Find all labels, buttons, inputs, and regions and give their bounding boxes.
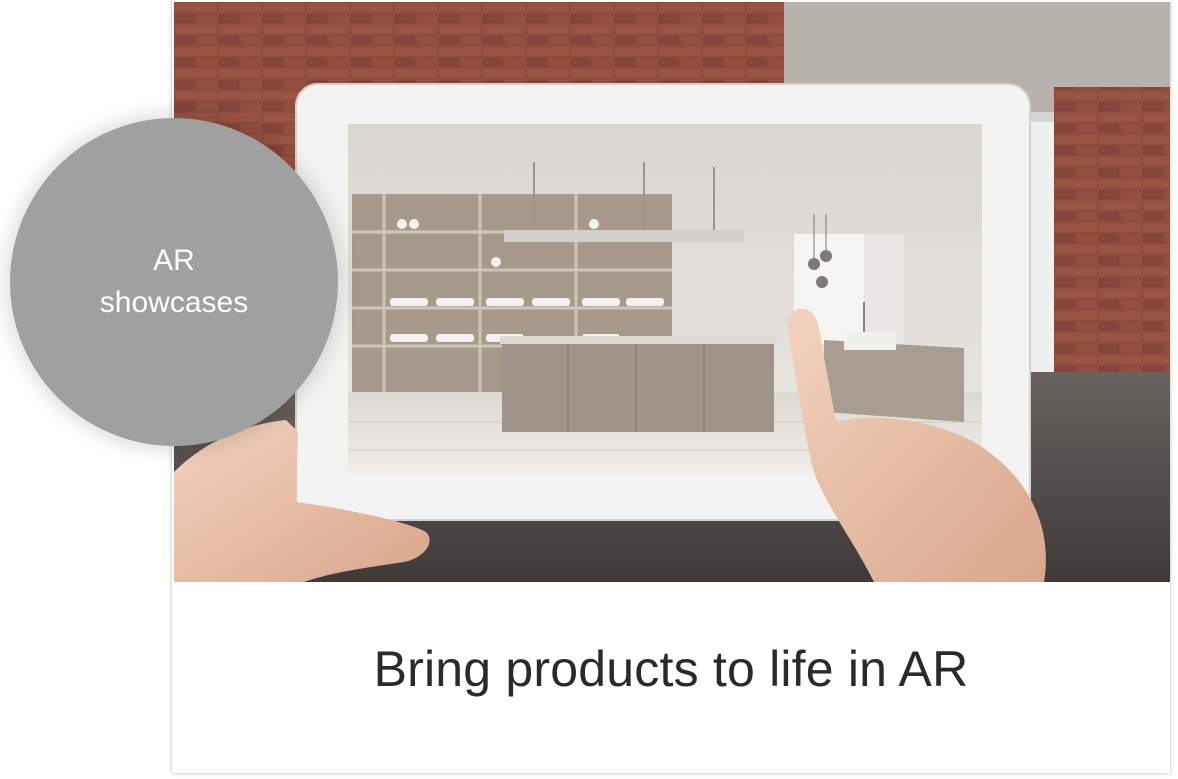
badge-line-1: AR [153, 244, 195, 277]
badge-label: AR showcases [64, 240, 284, 324]
badge-line-2: showcases [99, 286, 249, 319]
caption-heading: Bring products to life in AR [373, 641, 969, 697]
ar-showcases-badge[interactable]: AR showcases [10, 118, 338, 446]
ar-card[interactable]: Bring products to life in AR [172, 0, 1170, 773]
